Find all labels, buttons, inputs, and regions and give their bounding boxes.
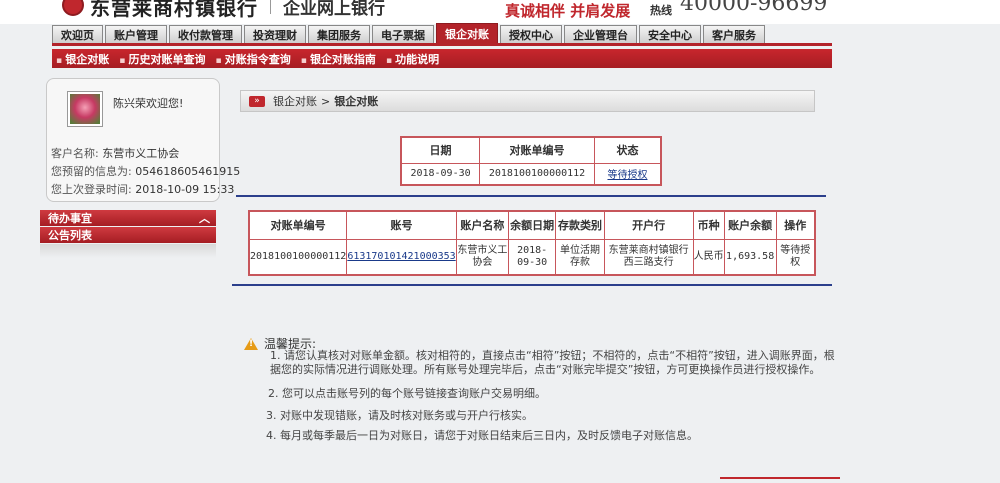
subnav-help[interactable]: 功能说明 — [386, 51, 439, 67]
customer-name-line: 客户名称: 东营市义工协会 — [51, 145, 179, 161]
summary-table: 日期 对账单编号 状态 2018-09-30 2018100100000112 … — [400, 136, 662, 186]
cell-deposit-type: 单位活期存款 — [555, 238, 605, 276]
divider-top — [236, 195, 826, 197]
tip-line: 据您的实际情况进行调账处理。所有账号处理完毕后，点击“对账完毕提交”按钮，方可更… — [270, 363, 821, 376]
flower-avatar-icon — [70, 94, 100, 124]
warning-icon — [244, 337, 258, 350]
sub-nav: 银企对账 历史对账单查询 对账指令查询 银企对账指南 功能说明 — [52, 49, 832, 68]
header-balance-date: 余额日期 — [507, 210, 557, 240]
tip-line: 3. 对账中发现错账，请及时核对账务或与开户行核实。 — [266, 409, 533, 422]
cell-balance: 1,693.58 — [723, 238, 777, 276]
side-item-todo-label: 待办事宜 — [48, 212, 92, 225]
cell-statement-no: 2018100100000112 — [248, 238, 348, 276]
cell-balance-date: 2018-09-30 — [507, 238, 557, 276]
tab-payment-management[interactable]: 收付款管理 — [169, 25, 242, 43]
header-deposit-type: 存款类别 — [555, 210, 605, 240]
tab-customer-service[interactable]: 客户服务 — [703, 25, 765, 43]
account-link-text[interactable]: 613170101421000353 — [347, 251, 455, 262]
cell-currency: 人民币 — [692, 238, 725, 276]
side-item-todo[interactable]: 待办事宜 ︿ — [40, 210, 216, 226]
tab-group-service[interactable]: 集团服务 — [308, 25, 370, 43]
header-account: 账号 — [346, 210, 457, 240]
last-login-value: 2018-10-09 15:33 — [135, 183, 235, 196]
bank-subtitle: 企业网上银行 — [283, 0, 385, 19]
hotline-number: 40000-96699 — [680, 0, 828, 16]
tip-line: 1. 请您认真核对对账单金额。核对相符的，直接点击“相符”按钮；不相符的，点击“… — [270, 349, 835, 362]
hotline-label: 热线 — [650, 4, 672, 17]
reserved-info-label: 您预留的信息为: — [51, 165, 132, 178]
tab-reconciliation[interactable]: 银企对账 — [436, 23, 498, 43]
tab-account-management[interactable]: 账户管理 — [105, 25, 167, 43]
side-menu-shadow — [40, 244, 216, 258]
customer-name-label: 客户名称: — [51, 147, 99, 160]
last-login-line: 您上次登录时间: 2018-10-09 15:33 — [51, 181, 234, 197]
reserved-info-line: 您预留的信息为: 054618605461915 — [51, 163, 240, 179]
subnav-reconciliation[interactable]: 银企对账 — [56, 51, 109, 67]
header-balance: 账户余额 — [723, 210, 777, 240]
account-link[interactable]: 613170101421000353 — [346, 238, 457, 276]
tab-security[interactable]: 安全中心 — [639, 25, 701, 43]
bank-slogan: 真诚相伴 并肩发展 — [505, 2, 631, 20]
tab-authorization[interactable]: 授权中心 — [500, 25, 562, 43]
side-item-notice[interactable]: 公告列表 — [40, 227, 216, 243]
welcome-text: 陈兴荣欢迎您! — [113, 97, 184, 110]
breadcrumb-separator: > — [321, 94, 331, 108]
side-menu: 待办事宜 ︿ 公告列表 — [40, 210, 216, 244]
subnav-history-query[interactable]: 历史对账单查询 — [119, 51, 205, 67]
table-header-row: 日期 对账单编号 状态 — [400, 136, 662, 164]
breadcrumb-current: 银企对账 — [334, 95, 379, 108]
last-login-label: 您上次登录时间: — [51, 183, 132, 196]
header-band: 东营莱商村镇银行 企业网上银行 真诚相伴 并肩发展 热线 40000-96699 — [0, 0, 1000, 24]
table-header-row: 对账单编号 账号 账户名称 余额日期 存款类别 开户行 币种 账户余额 操作 — [248, 210, 816, 240]
double-chevron-icon: » — [249, 95, 265, 107]
bank-logo-icon — [62, 0, 84, 16]
tip-line: 4. 每月或每季最后一日为对账日，请您于对账日结束后三日内，及时反馈电子对账信息… — [266, 429, 698, 442]
tab-e-bills[interactable]: 电子票据 — [372, 25, 434, 43]
footer-line — [720, 477, 840, 479]
header-date: 日期 — [400, 136, 481, 164]
cell-operation[interactable]: 等待授权 — [775, 238, 816, 276]
table-row: 2018100100000112 613170101421000353 东营市义… — [248, 238, 816, 276]
breadcrumb: » 银企对账 > 银企对账 — [240, 90, 815, 112]
header-currency: 币种 — [692, 210, 725, 240]
detail-table: 对账单编号 账号 账户名称 余额日期 存款类别 开户行 币种 账户余额 操作 2… — [248, 210, 816, 276]
header-operation: 操作 — [775, 210, 816, 240]
chevron-up-icon: ︿ — [199, 212, 210, 225]
subnav-guide[interactable]: 银企对账指南 — [301, 51, 376, 67]
side-item-notice-label: 公告列表 — [48, 229, 92, 242]
cell-account-name: 东营市义工协会 — [455, 238, 510, 276]
tab-welcome[interactable]: 欢迎页 — [52, 25, 103, 43]
cell-statement-no: 2018100100000112 — [479, 162, 595, 186]
divider-bottom — [232, 284, 832, 286]
main-nav: 欢迎页 账户管理 收付款管理 投资理财 集团服务 电子票据 银企对账 授权中心 … — [52, 23, 832, 46]
avatar — [67, 91, 103, 127]
header-statement-no: 对账单编号 — [248, 210, 348, 240]
tip-line: 2. 您可以点击账号列的每个账号链接查询账户交易明细。 — [268, 387, 546, 400]
user-panel: 陈兴荣欢迎您! 客户名称: 东营市义工协会 您预留的信息为: 054618605… — [46, 78, 240, 202]
header-status: 状态 — [593, 136, 662, 164]
tab-enterprise-console[interactable]: 企业管理台 — [564, 25, 637, 43]
tab-investment[interactable]: 投资理财 — [244, 25, 306, 43]
header-divider — [270, 0, 271, 14]
status-link-text[interactable]: 等待授权 — [607, 170, 647, 181]
bank-name: 东营莱商村镇银行 — [90, 0, 258, 20]
cell-date: 2018-09-30 — [400, 162, 481, 186]
header-account-name: 账户名称 — [455, 210, 510, 240]
header-bank: 开户行 — [603, 210, 694, 240]
header-statement-no: 对账单编号 — [479, 136, 595, 164]
reserved-info-value: 054618605461915 — [135, 165, 241, 178]
status-link[interactable]: 等待授权 — [593, 162, 662, 186]
breadcrumb-item[interactable]: 银企对账 — [273, 93, 317, 109]
cell-bank: 东营莱商村镇银行西三路支行 — [603, 238, 694, 276]
subnav-instruction-query[interactable]: 对账指令查询 — [215, 51, 291, 67]
customer-name-value: 东营市义工协会 — [102, 147, 180, 160]
table-row: 2018-09-30 2018100100000112 等待授权 — [400, 162, 662, 186]
